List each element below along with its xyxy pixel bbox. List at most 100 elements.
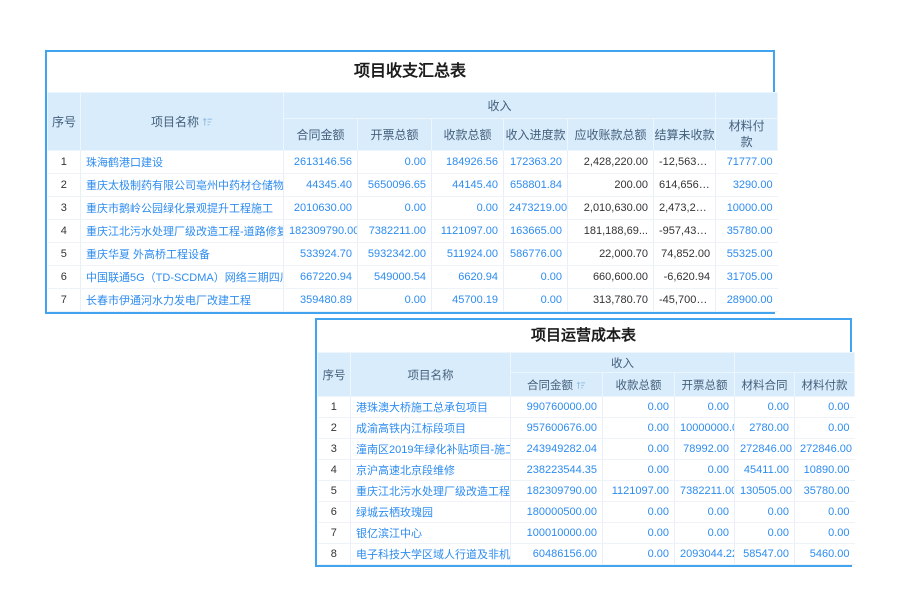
- table-row: 3潼南区2019年绿化补贴项目-施工2标段243949282.040.00789…: [318, 439, 855, 460]
- column-header-material-payment: 材料付款: [795, 373, 855, 397]
- operating-cost-table: 项目运营成本表 序号 项目名称 收入 合同金额 收款总额 开票总额 材料合同 材…: [315, 318, 852, 567]
- row-index: 7: [318, 523, 351, 544]
- page-title: 项目运营成本表: [317, 320, 850, 352]
- table-row: 6中国联通5G（TD-SCDMA）网络三期四川工667220.94549000.…: [48, 266, 778, 289]
- cell-value: 957600676.00: [511, 418, 603, 439]
- column-header-contract-amount-sortable[interactable]: 合同金额: [511, 373, 603, 397]
- project-name-link[interactable]: 电子科技大学区域人行道及非机动车道工程: [351, 544, 511, 565]
- column-header-material-payment: 材料付款: [716, 119, 778, 151]
- cell-value: 0.00: [735, 502, 795, 523]
- table-row: 7长春市伊通河水力发电厂改建工程359480.890.0045700.190.0…: [48, 289, 778, 312]
- cell-value: -45,700.19: [654, 289, 716, 312]
- project-name-link[interactable]: 重庆太极制药有限公司亳州中药材仓储物流: [81, 174, 284, 197]
- cell-value: 45700.19: [432, 289, 504, 312]
- column-header-material-contract: 材料合同: [735, 373, 795, 397]
- cell-value: 163665.00: [504, 220, 568, 243]
- row-index: 3: [318, 439, 351, 460]
- cell-value: 511924.00: [432, 243, 504, 266]
- cell-value: 172363.20: [504, 151, 568, 174]
- project-name-link[interactable]: 长春市伊通河水力发电厂改建工程: [81, 289, 284, 312]
- row-index: 5: [48, 243, 81, 266]
- group-header-empty: [716, 93, 778, 119]
- column-header-contract-amount: 合同金额: [284, 119, 358, 151]
- column-header-project-name-sortable[interactable]: 项目名称: [81, 93, 284, 151]
- income-expense-summary-table: 项目收支汇总表 序号 项目名称 收入 合同金额 开票总额 收款总额 收入进度款 …: [45, 50, 775, 314]
- cell-value: 0.00: [795, 502, 855, 523]
- cell-value: 0.00: [795, 397, 855, 418]
- table-row: 3重庆市鹅岭公园绿化景观提升工程施工2010630.000.000.002473…: [48, 197, 778, 220]
- cell-value: 2780.00: [735, 418, 795, 439]
- project-name-link[interactable]: 港珠澳大桥施工总承包项目: [351, 397, 511, 418]
- cell-value: 200.00: [568, 174, 654, 197]
- project-name-link[interactable]: 成渝高铁内江标段项目: [351, 418, 511, 439]
- cell-value: 10000000.00: [675, 418, 735, 439]
- cell-value: 586776.00: [504, 243, 568, 266]
- table-row: 7银亿滨江中心100010000.000.000.000.000.00: [318, 523, 855, 544]
- cell-value: 0.00: [603, 460, 675, 481]
- project-name-link[interactable]: 重庆华夏 外高桥工程设备: [81, 243, 284, 266]
- cell-value: 100010000.00: [511, 523, 603, 544]
- cell-value: 2010630.00: [284, 197, 358, 220]
- cell-value: 74,852.00: [654, 243, 716, 266]
- cell-value: 0.00: [675, 460, 735, 481]
- table-row: 8电子科技大学区域人行道及非机动车道工程60486156.000.0020930…: [318, 544, 855, 565]
- cell-value: -6,620.94: [654, 266, 716, 289]
- cell-value: 313,780.70: [568, 289, 654, 312]
- table-body: 1港珠澳大桥施工总承包项目990760000.000.000.000.000.0…: [318, 397, 855, 565]
- cell-value: 182309790.00: [511, 481, 603, 502]
- cell-value: 2093044.22: [675, 544, 735, 565]
- cell-value: 35780.00: [795, 481, 855, 502]
- table-row: 5重庆江北污水处理厂级改造工程-道路修复工182309790.001121097…: [318, 481, 855, 502]
- cell-value: 990760000.00: [511, 397, 603, 418]
- cell-value: 0.00: [603, 544, 675, 565]
- cell-value: 31705.00: [716, 266, 778, 289]
- cell-value: 614,656.44: [654, 174, 716, 197]
- cell-value: 5650096.65: [358, 174, 432, 197]
- project-name-link[interactable]: 重庆江北污水处理厂级改造工程-道路修复工: [351, 481, 511, 502]
- row-index: 4: [318, 460, 351, 481]
- cell-value: -12,563.36: [654, 151, 716, 174]
- cell-value: 2,010,630.00: [568, 197, 654, 220]
- project-name-link[interactable]: 京沪高速北京段维修: [351, 460, 511, 481]
- cell-value: 71777.00: [716, 151, 778, 174]
- row-index: 7: [48, 289, 81, 312]
- table-row: 2成渝高铁内江标段项目957600676.000.0010000000.0027…: [318, 418, 855, 439]
- cell-value: 0.00: [603, 439, 675, 460]
- table-row: 5重庆华夏 外高桥工程设备533924.705932342.00511924.0…: [48, 243, 778, 266]
- cell-value: 44345.40: [284, 174, 358, 197]
- cell-value: 660,600.00: [568, 266, 654, 289]
- row-index: 2: [48, 174, 81, 197]
- project-name-link[interactable]: 重庆江北污水处理厂级改造工程-道路修复工: [81, 220, 284, 243]
- project-name-link[interactable]: 绿城云栖玫瑰园: [351, 502, 511, 523]
- cell-value: 130505.00: [735, 481, 795, 502]
- column-header-settled-unreceived: 结算未收款: [654, 119, 716, 151]
- cell-value: 3290.00: [716, 174, 778, 197]
- row-index: 5: [318, 481, 351, 502]
- cell-value: 44145.40: [432, 174, 504, 197]
- column-header-receivable-total: 应收账款总额: [568, 119, 654, 151]
- cell-value: 243949282.04: [511, 439, 603, 460]
- cell-value: 0.00: [795, 418, 855, 439]
- cell-value: 0.00: [504, 289, 568, 312]
- row-index: 1: [318, 397, 351, 418]
- table-row: 6绿城云栖玫瑰园180000500.000.000.000.000.00: [318, 502, 855, 523]
- cell-value: 2473219.00: [504, 197, 568, 220]
- cell-value: 533924.70: [284, 243, 358, 266]
- project-name-link[interactable]: 珠海鹤港口建设: [81, 151, 284, 174]
- cell-value: 181,188,69...: [568, 220, 654, 243]
- cell-value: 45411.00: [735, 460, 795, 481]
- cell-value: 22,000.70: [568, 243, 654, 266]
- cell-value: 182309790.00: [284, 220, 358, 243]
- table-row: 2重庆太极制药有限公司亳州中药材仓储物流44345.405650096.6544…: [48, 174, 778, 197]
- cell-value: 0.00: [735, 523, 795, 544]
- cell-value: 5932342.00: [358, 243, 432, 266]
- table-row: 4重庆江北污水处理厂级改造工程-道路修复工182309790.007382211…: [48, 220, 778, 243]
- cell-value: 0.00: [358, 151, 432, 174]
- project-name-link[interactable]: 银亿滨江中心: [351, 523, 511, 544]
- cell-value: 0.00: [504, 266, 568, 289]
- group-header-empty: [735, 353, 855, 373]
- cell-value: 0.00: [603, 418, 675, 439]
- project-name-link[interactable]: 潼南区2019年绿化补贴项目-施工2标段: [351, 439, 511, 460]
- project-name-link[interactable]: 重庆市鹅岭公园绿化景观提升工程施工: [81, 197, 284, 220]
- project-name-link[interactable]: 中国联通5G（TD-SCDMA）网络三期四川工: [81, 266, 284, 289]
